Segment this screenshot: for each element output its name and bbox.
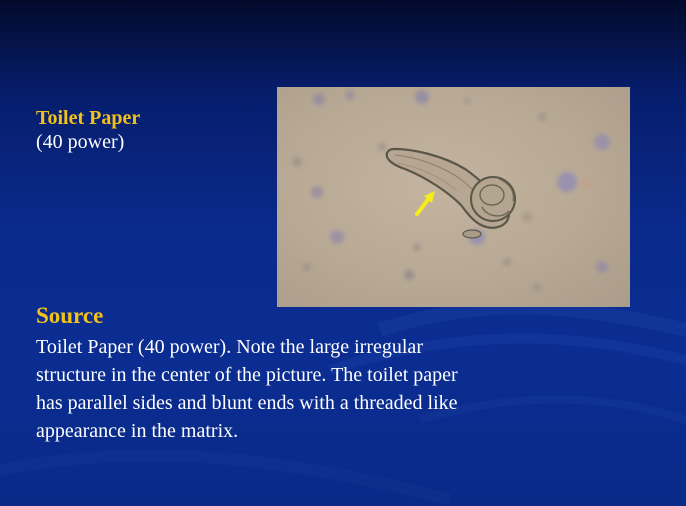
slide-subtitle: (40 power): [36, 131, 125, 153]
micrograph-image: [277, 87, 630, 307]
slide: Toilet Paper (40 power) Source Toilet Pa…: [0, 0, 686, 506]
title-block: Toilet Paper (40 power): [36, 106, 140, 154]
description-text: Toilet Paper (40 power). Note the large …: [36, 336, 458, 442]
source-heading: Source: [36, 303, 104, 328]
slide-title: Toilet Paper: [36, 107, 141, 129]
arrow-indicator: [415, 191, 435, 216]
